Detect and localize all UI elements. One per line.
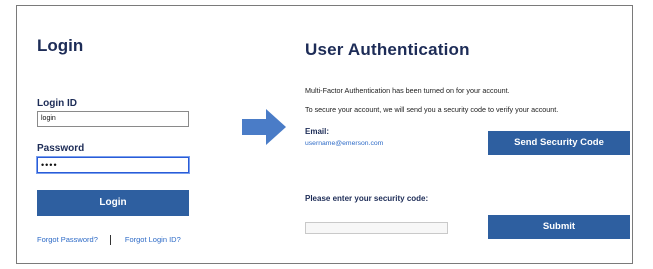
login-title: Login	[37, 36, 84, 55]
login-button[interactable]: Login	[37, 190, 189, 216]
email-label: Email:	[305, 127, 330, 136]
email-value: username@emerson.com	[305, 140, 384, 147]
login-window: Login Login ID login Password •••• Login…	[16, 5, 633, 264]
security-code-input[interactable]	[305, 222, 448, 234]
login-links: Forgot Password? Forgot Login ID?	[37, 235, 237, 246]
login-id-label: Login ID	[37, 98, 77, 109]
mfa-message: Multi-Factor Authentication has been tur…	[305, 86, 510, 95]
password-label: Password	[37, 143, 85, 154]
login-id-input[interactable]: login	[37, 111, 189, 127]
security-code-message: To secure your account, we will send you…	[305, 105, 559, 114]
auth-title: User Authentication	[305, 40, 470, 59]
password-input[interactable]: ••••	[36, 156, 190, 174]
forgot-login-id-link[interactable]: Forgot Login ID?	[125, 235, 181, 244]
right-arrow-icon	[242, 109, 286, 145]
link-divider	[109, 235, 111, 246]
submit-button[interactable]: Submit	[488, 215, 630, 239]
security-code-label: Please enter your security code:	[305, 194, 429, 203]
send-security-code-button[interactable]: Send Security Code	[488, 131, 630, 155]
login-panel: Login Login ID login Password •••• Login…	[36, 6, 197, 263]
authentication-panel: User Authentication Multi-Factor Authent…	[305, 6, 630, 263]
forgot-password-link[interactable]: Forgot Password?	[37, 235, 98, 244]
